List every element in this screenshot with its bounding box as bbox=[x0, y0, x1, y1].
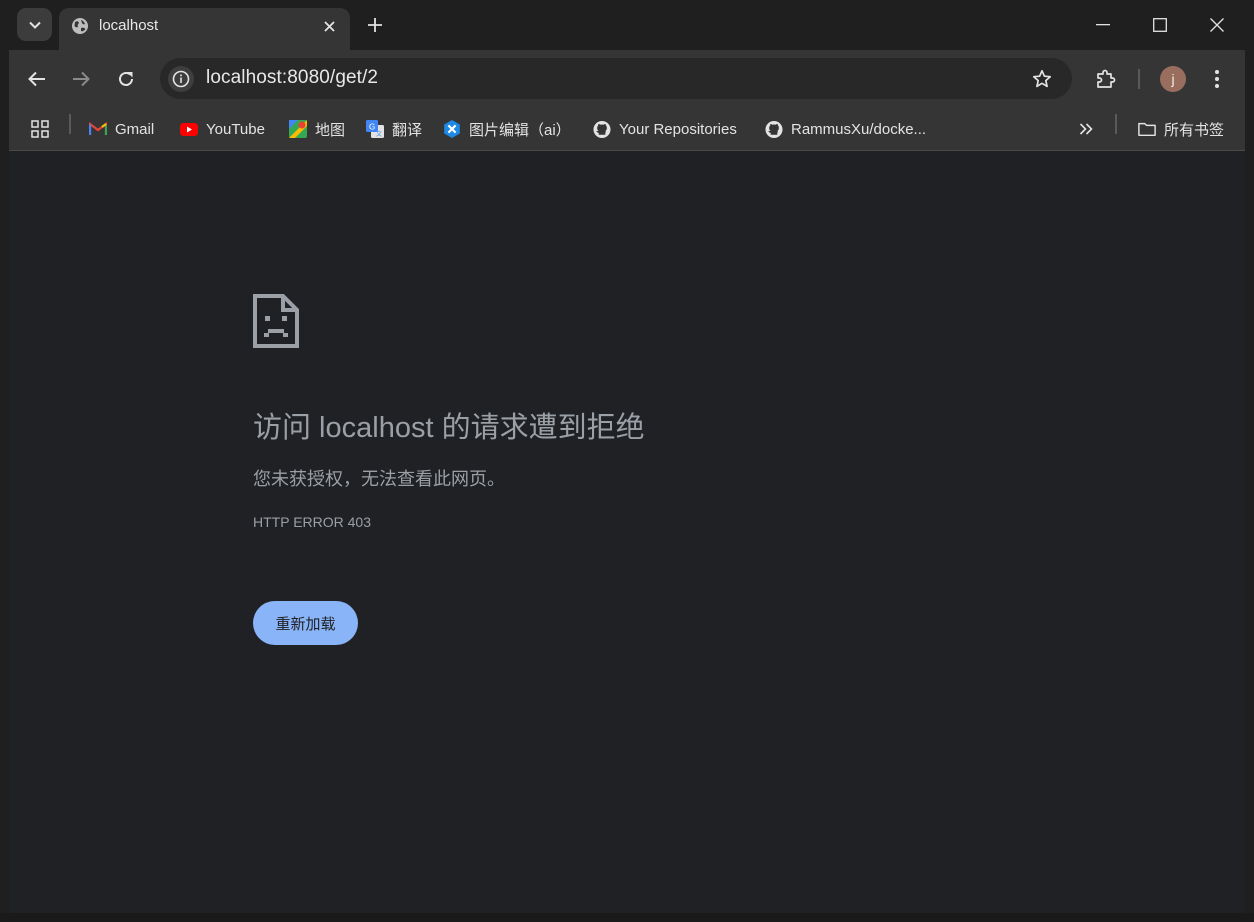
url-text[interactable]: localhost:8080/get/2 bbox=[206, 67, 378, 89]
forward-button[interactable] bbox=[65, 63, 97, 95]
bookmark-translate[interactable]: G 文 翻译 bbox=[366, 116, 422, 142]
close-icon bbox=[1209, 18, 1224, 32]
address-bar[interactable]: localhost:8080/get/2 bbox=[160, 58, 1072, 99]
title-bar: localhost bbox=[0, 0, 1254, 50]
bookmark-your-repositories[interactable]: Your Repositories bbox=[593, 116, 737, 142]
active-tab[interactable]: localhost bbox=[59, 8, 350, 50]
gmail-icon bbox=[89, 120, 107, 138]
star-icon bbox=[1032, 69, 1052, 88]
bookmark-label: 翻译 bbox=[392, 121, 423, 139]
arrow-left-icon bbox=[28, 71, 45, 87]
bookmarks-overflow-button[interactable] bbox=[1079, 116, 1093, 142]
all-bookmarks-button[interactable]: 所有书签 bbox=[1138, 116, 1224, 142]
extensions-button[interactable] bbox=[1090, 63, 1122, 95]
chevron-down-icon bbox=[28, 21, 41, 29]
error-subtitle: 您未获授权，无法查看此网页。 bbox=[253, 469, 505, 489]
refresh-icon bbox=[119, 71, 133, 86]
bookmark-label: RammusXu/docke... bbox=[791, 120, 927, 138]
puzzle-icon bbox=[1097, 69, 1116, 88]
bookmark-rammusxu-docker[interactable]: RammusXu/docke... bbox=[765, 116, 926, 142]
browser-menu-button[interactable] bbox=[1201, 63, 1233, 95]
tab-search-button[interactable] bbox=[17, 8, 52, 41]
error-code: HTTP ERROR 403 bbox=[253, 514, 371, 530]
apps-button[interactable] bbox=[31, 116, 49, 142]
bookmarks-divider bbox=[69, 114, 71, 134]
bookmarks-divider bbox=[1115, 114, 1117, 134]
window-frame-bottom bbox=[0, 913, 1254, 922]
bookmark-youtube[interactable]: YouTube bbox=[180, 116, 265, 142]
bookmark-star-button[interactable] bbox=[1030, 67, 1054, 91]
back-button[interactable] bbox=[21, 63, 53, 95]
minimize-button[interactable] bbox=[1074, 0, 1131, 50]
image-editor-icon bbox=[443, 120, 461, 138]
translate-icon: G 文 bbox=[366, 120, 384, 138]
bookmark-label: 所有书签 bbox=[1164, 121, 1225, 139]
sad-page-icon bbox=[253, 294, 299, 348]
bookmarks-bar: Gmail YouTube 地图 G 文 翻译 图片编辑（ai） Your Re… bbox=[9, 108, 1245, 151]
tab-title: localhost bbox=[99, 17, 159, 34]
folder-icon bbox=[1138, 120, 1156, 138]
close-window-button[interactable] bbox=[1188, 0, 1245, 50]
reload-button[interactable]: 重新加载 bbox=[253, 601, 358, 645]
youtube-icon bbox=[180, 120, 198, 138]
svg-text:文: 文 bbox=[376, 130, 382, 138]
new-tab-button[interactable] bbox=[362, 12, 388, 38]
bookmark-label: Gmail bbox=[115, 120, 155, 138]
arrow-right-icon bbox=[73, 71, 90, 87]
info-icon bbox=[172, 70, 190, 88]
close-icon bbox=[323, 20, 335, 32]
profile-avatar[interactable]: j bbox=[1160, 66, 1186, 92]
maximize-icon bbox=[1152, 18, 1167, 32]
more-vert-icon bbox=[1215, 70, 1219, 88]
site-info-button[interactable] bbox=[168, 66, 194, 92]
maximize-button[interactable] bbox=[1131, 0, 1188, 50]
github-icon bbox=[593, 120, 611, 138]
reload-page-button[interactable] bbox=[110, 63, 142, 95]
error-title: 访问 localhost 的请求遭到拒绝 bbox=[253, 412, 645, 444]
minimize-icon bbox=[1095, 24, 1110, 26]
svg-text:G: G bbox=[369, 123, 375, 132]
plus-icon bbox=[368, 18, 382, 32]
maps-icon bbox=[289, 120, 307, 138]
bookmark-label: YouTube bbox=[206, 120, 265, 138]
double-chevron-right-icon bbox=[1079, 123, 1093, 135]
bookmark-image-editor[interactable]: 图片编辑（ai） bbox=[443, 116, 571, 142]
bookmark-label: 地图 bbox=[315, 121, 346, 139]
bookmark-gmail[interactable]: Gmail bbox=[89, 116, 154, 142]
bookmark-label: Your Repositories bbox=[619, 120, 737, 138]
apps-grid-icon bbox=[31, 120, 49, 138]
page-content: 访问 localhost 的请求遭到拒绝 您未获授权，无法查看此网页。 HTTP… bbox=[9, 151, 1245, 913]
tab-close-button[interactable] bbox=[318, 15, 340, 37]
globe-icon bbox=[72, 18, 88, 34]
github-icon bbox=[765, 120, 783, 138]
bookmark-maps[interactable]: 地图 bbox=[289, 116, 345, 142]
bookmark-label: 图片编辑（ai） bbox=[469, 121, 571, 139]
browser-toolbar: localhost:8080/get/2 j bbox=[9, 50, 1245, 108]
toolbar-divider bbox=[1138, 69, 1140, 89]
